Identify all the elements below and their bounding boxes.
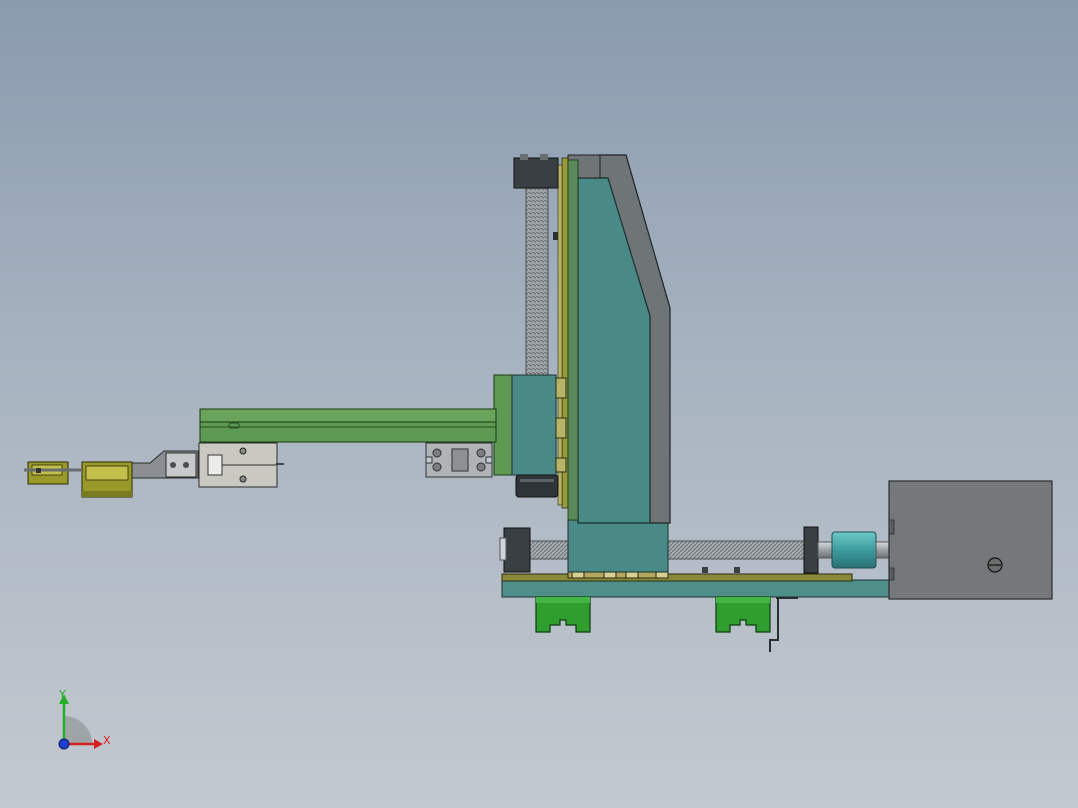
horizontal-arm — [199, 408, 497, 443]
cad-model: Y X — [24, 154, 1053, 750]
base-plate — [501, 579, 890, 598]
coupling — [831, 531, 877, 569]
cad-viewport[interactable]: Y X — [0, 0, 1078, 808]
drive-motor-box — [888, 480, 1053, 600]
gripper-jaw-right — [81, 461, 133, 498]
z-carriage-nut — [515, 474, 559, 498]
base-frame — [501, 567, 890, 598]
rail-block-right — [715, 596, 771, 633]
sensor-bracket — [769, 597, 798, 652]
column-guide-rail — [561, 157, 569, 509]
gripper-bracket — [127, 450, 199, 479]
vertical-column — [557, 154, 671, 524]
horizontal-ballscrew — [499, 526, 891, 574]
base-top-strip — [501, 573, 853, 582]
gripper-jaw-left — [24, 461, 82, 485]
ballscrew-end-support-left — [503, 527, 531, 573]
vertical-ballscrew — [513, 154, 559, 377]
z-carriage — [493, 374, 567, 498]
extrusion-profile — [425, 442, 493, 478]
vertical-motor-top — [513, 157, 559, 189]
x-axis-label: X — [103, 734, 111, 747]
lower-carriage — [567, 519, 669, 573]
coordinate-triad: Y X — [58, 688, 111, 750]
z-axis-dot — [58, 738, 70, 750]
gripper-cylinder — [198, 442, 284, 488]
rail-block-left — [535, 596, 591, 633]
ballscrew-end-support-right — [803, 526, 819, 574]
y-axis-label: Y — [58, 688, 66, 701]
